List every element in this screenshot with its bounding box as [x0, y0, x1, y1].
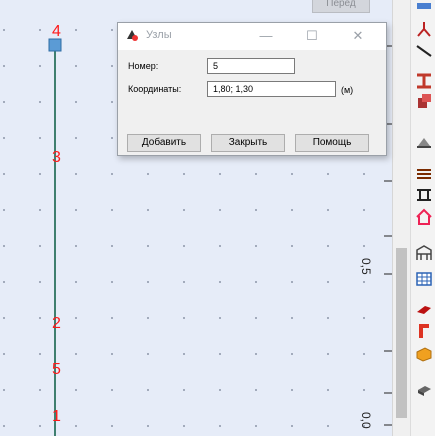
section-icon[interactable]	[415, 186, 433, 204]
coordinates-field[interactable]: 1,80; 1,30	[207, 81, 336, 97]
minimize-button[interactable]: —	[256, 27, 276, 45]
add-button[interactable]: Добавить	[127, 134, 201, 152]
number-label: Номер:	[128, 61, 159, 71]
scrollbar-thumb[interactable]	[396, 248, 407, 418]
right-toolbar	[410, 0, 435, 436]
member-icon[interactable]	[415, 92, 433, 110]
beam-icon[interactable]	[415, 72, 433, 90]
nodes-dialog: Узлы — ☐ ✕ Номер: 5 Координаты: 1,80; 1,…	[117, 22, 387, 156]
close-button[interactable]: Закрыть	[211, 134, 285, 152]
structure-icon[interactable]	[415, 244, 433, 262]
line-icon[interactable]	[415, 20, 433, 38]
app-icon	[127, 30, 138, 41]
dialog-titlebar[interactable]: Узлы — ☐ ✕	[118, 23, 386, 50]
shape-icon[interactable]	[415, 300, 433, 318]
number-field[interactable]: 5	[207, 58, 295, 74]
dialog-title: Узлы	[146, 29, 172, 41]
maximize-button[interactable]: ☐	[302, 27, 322, 45]
node-icon[interactable]	[415, 2, 433, 12]
vertical-scrollbar[interactable]	[392, 0, 410, 436]
home-icon[interactable]	[415, 208, 433, 226]
load-icon[interactable]	[415, 164, 433, 182]
close-window-button[interactable]: ✕	[348, 27, 368, 45]
table-icon[interactable]	[415, 270, 433, 288]
support-icon[interactable]	[415, 132, 433, 150]
coordinates-label: Координаты:	[128, 84, 182, 94]
help-button[interactable]: Помощь	[295, 134, 369, 152]
diagonal-line-icon[interactable]	[415, 40, 433, 58]
plate-icon[interactable]	[415, 380, 433, 398]
coordinates-unit: (м)	[341, 85, 354, 95]
profile-icon[interactable]	[415, 322, 433, 340]
solid-icon[interactable]	[415, 344, 433, 362]
